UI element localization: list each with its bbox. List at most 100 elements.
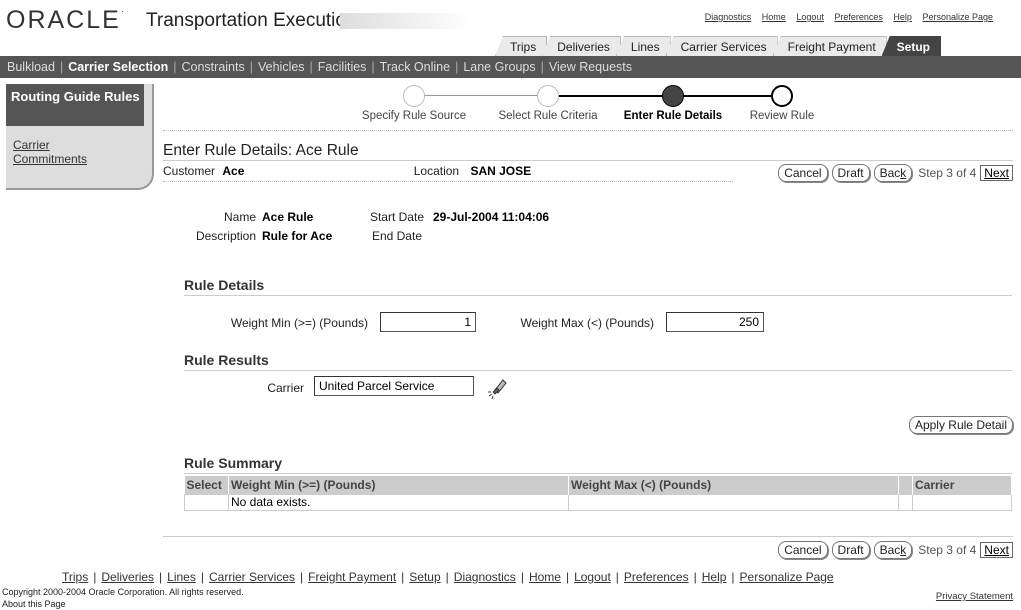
title-gradient	[340, 13, 470, 29]
next-button-bottom[interactable]: Next	[980, 542, 1013, 558]
footer-link-lines[interactable]: Lines	[167, 570, 196, 584]
column-spacer	[898, 476, 913, 494]
sub-navigation: Bulkload | Carrier Selection | Constraints | V…	[0, 56, 1021, 78]
footer-separator: |	[300, 570, 304, 584]
start-date-value: 29-Jul-2004 11:04:06	[433, 210, 550, 224]
column-select: Select	[184, 476, 229, 494]
footer-separator: |	[159, 570, 163, 584]
footer-link-help[interactable]: Help	[702, 570, 727, 584]
subnav-carrier-selection[interactable]: Carrier Selection	[68, 60, 168, 74]
global-link-preferences[interactable]: Preferences	[834, 12, 883, 22]
subnav-view-requests[interactable]: View Requests	[549, 60, 632, 74]
column-carrier: Carrier	[912, 476, 1012, 494]
cancel-button[interactable]: Cancel	[778, 164, 828, 182]
registered-mark: ·	[120, 6, 124, 16]
bottom-rule	[163, 536, 1013, 537]
location-value: SAN JOSE	[470, 164, 532, 178]
subnav-vehicles[interactable]: Vehicles	[258, 60, 305, 74]
subnav-separator: |	[540, 60, 544, 74]
about-page-link[interactable]: About this Page	[2, 599, 66, 609]
global-link-home[interactable]: Home	[762, 12, 786, 22]
weight-max-label: Weight Max (<) (Pounds)	[520, 316, 655, 330]
section-rule	[184, 370, 1012, 371]
subnav-separator: |	[309, 60, 313, 74]
subnav-separator: |	[455, 60, 459, 74]
subnav-separator: |	[371, 60, 375, 74]
footer-link-personalize[interactable]: Personalize Page	[740, 570, 834, 584]
train-stop-4	[771, 85, 793, 107]
title-rule	[163, 160, 1013, 161]
bottom-action-bar: Cancel Draft Back Step 3 of 4 Next	[778, 541, 1013, 559]
tab-freight-payment[interactable]: Freight Payment	[772, 36, 887, 56]
carrier-input[interactable]: United Parcel Service	[314, 376, 474, 396]
train-label-1: Specify Rule Source	[361, 110, 467, 122]
train-stop-2	[537, 85, 559, 107]
logo-text: ORACLE	[6, 6, 121, 34]
draft-button-bottom[interactable]: Draft	[831, 541, 870, 559]
footer-link-diagnostics[interactable]: Diagnostics	[454, 570, 516, 584]
apply-rule-detail-button[interactable]: Apply Rule Detail	[908, 416, 1013, 434]
footer-link-deliveries[interactable]: Deliveries	[101, 570, 154, 584]
footer-link-home[interactable]: Home	[529, 570, 561, 584]
side-navigation: Routing Guide Rules Carrier Commitments	[6, 84, 154, 190]
global-link-help[interactable]: Help	[893, 12, 912, 22]
subnav-constraints[interactable]: Constraints	[182, 60, 245, 74]
flashlight-search-icon[interactable]	[486, 376, 508, 400]
footer-separator: |	[565, 570, 570, 584]
tab-setup[interactable]: Setup	[881, 36, 942, 56]
tab-trips[interactable]: Trips	[495, 36, 548, 56]
step-indicator: Step 3 of 4	[918, 166, 977, 180]
global-link-personalize[interactable]: Personalize Page	[922, 12, 993, 22]
name-value: Ace Rule	[262, 210, 314, 224]
footer-links: Trips | Deliveries | Lines | Carrier Services |…	[62, 570, 834, 584]
back-button-bottom[interactable]: Back	[873, 541, 913, 559]
table-row: No data exists.	[184, 493, 1012, 511]
tab-lines[interactable]: Lines	[615, 36, 671, 56]
subnav-bulkload[interactable]: Bulkload	[7, 60, 55, 74]
end-date-label: End Date	[371, 229, 422, 243]
footer-link-freight-payment[interactable]: Freight Payment	[308, 570, 396, 584]
subnav-facilities[interactable]: Facilities	[318, 60, 367, 74]
subnav-lane-groups[interactable]: Lane Groups	[463, 60, 535, 74]
subnav-track-online[interactable]: Track Online	[380, 60, 450, 74]
footer-link-setup[interactable]: Setup	[409, 570, 440, 584]
train-label-3: Enter Rule Details	[623, 110, 723, 122]
global-link-diagnostics[interactable]: Diagnostics	[705, 12, 752, 22]
footer-link-trips[interactable]: Trips	[62, 570, 88, 584]
section-rule	[184, 473, 1012, 474]
sidenav-routing-guide-rules[interactable]: Routing Guide Rules	[6, 84, 144, 126]
sidenav-carrier-commitments[interactable]: Carrier Commitments	[13, 138, 123, 166]
rule-summary-table: Select Weight Min (>=) (Pounds) Weight M…	[184, 476, 1012, 511]
description-value: Rule for Ace	[262, 229, 333, 243]
no-data-message: No data exists.	[228, 493, 569, 511]
footer-separator: |	[401, 570, 405, 584]
page-title: Enter Rule Details: Ace Rule	[163, 142, 359, 159]
train-stop-3-current	[662, 85, 684, 107]
weight-min-label: Weight Min (>=) (Pounds)	[230, 316, 368, 330]
rule-results-heading: Rule Results	[184, 352, 269, 368]
copyright-text: Copyright 2000-2004 Oracle Corporation. …	[2, 587, 244, 597]
weight-max-input[interactable]: 250	[666, 312, 764, 332]
footer-link-carrier-services[interactable]: Carrier Services	[209, 570, 295, 584]
weight-min-input[interactable]: 1	[380, 312, 476, 332]
table-cell	[568, 493, 899, 511]
global-links: Diagnostics Home Logout Preferences Help…	[697, 12, 993, 22]
tab-deliveries[interactable]: Deliveries	[542, 36, 621, 56]
cancel-button-bottom[interactable]: Cancel	[778, 541, 828, 559]
carrier-label: Carrier	[267, 381, 304, 395]
next-button[interactable]: Next	[980, 165, 1013, 181]
back-button[interactable]: Back	[873, 164, 913, 182]
tab-bar: Trips Deliveries Lines Carrier Services …	[495, 36, 942, 56]
footer-link-preferences[interactable]: Preferences	[624, 570, 689, 584]
tab-carrier-services[interactable]: Carrier Services	[665, 36, 778, 56]
draft-button[interactable]: Draft	[831, 164, 870, 182]
section-rule	[184, 295, 1012, 296]
privacy-statement-link[interactable]: Privacy Statement	[936, 591, 1013, 602]
table-cell	[184, 493, 229, 511]
footer-link-logout[interactable]: Logout	[574, 570, 611, 584]
global-link-logout[interactable]: Logout	[796, 12, 824, 22]
name-label: Name	[223, 210, 256, 224]
footer-separator: |	[445, 570, 449, 584]
dotted-divider	[163, 130, 1013, 131]
train-connector	[413, 95, 543, 96]
